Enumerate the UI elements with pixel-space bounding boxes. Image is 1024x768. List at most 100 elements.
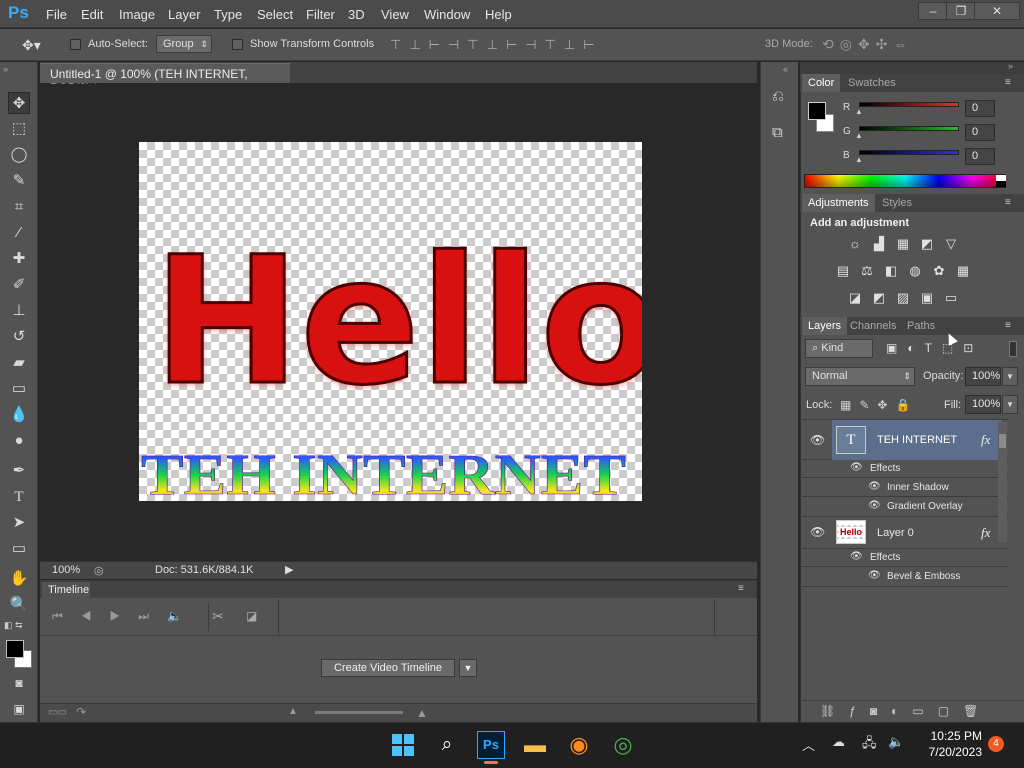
zoom-level[interactable]: 100% xyxy=(52,564,80,576)
canvas[interactable]: Hello Hello TEH INTERNET xyxy=(139,142,642,501)
color-lookup-icon[interactable]: ▦ xyxy=(956,264,970,277)
hand-tool-icon[interactable]: ✋ xyxy=(8,568,30,590)
exposure-icon[interactable]: ◩ xyxy=(920,237,934,250)
quick-select-tool-icon[interactable]: ✎ xyxy=(8,170,30,192)
layer-name[interactable]: TEH INTERNET xyxy=(877,434,957,446)
fill-field[interactable]: 100% xyxy=(965,395,1001,414)
menu-3d[interactable]: 3D xyxy=(348,7,365,22)
move-tool-icon[interactable]: ✥ xyxy=(8,92,30,114)
layer-fx-icon[interactable]: fx xyxy=(981,525,990,541)
status-info-icon[interactable]: ◎ xyxy=(94,564,104,577)
color-balance-icon[interactable]: ⚖ xyxy=(860,264,874,277)
timeline-tab[interactable]: Timeline xyxy=(42,582,90,598)
layer-filter-kind-dropdown[interactable]: ⌕ Kind xyxy=(805,339,873,358)
network-icon[interactable]: 🖧 xyxy=(862,734,877,756)
layer-visibility-eye-icon[interactable]: 👁 xyxy=(810,525,825,539)
create-video-timeline-button[interactable]: Create Video Timeline xyxy=(321,659,455,677)
align-distribute-icons[interactable]: ⊤⊥⊢⊣⊤⊥⊢⊣⊤⊥⊢ xyxy=(390,37,750,53)
layers-panel-menu-icon[interactable]: ≡ xyxy=(1005,320,1011,331)
clock-date[interactable]: 7/20/2023 xyxy=(916,745,982,759)
menu-image[interactable]: Image xyxy=(119,7,155,22)
menu-layer[interactable]: Layer xyxy=(168,7,201,22)
timeline-zoom-slider[interactable] xyxy=(315,711,403,714)
auto-select-checkbox[interactable] xyxy=(70,39,81,50)
minimize-button[interactable]: – xyxy=(918,2,948,20)
collapse-arrows-icon[interactable]: » xyxy=(3,64,8,74)
green-value-field[interactable]: 0 xyxy=(965,124,995,141)
menu-edit[interactable]: Edit xyxy=(81,7,103,22)
tray-chevron-icon[interactable]: ︿ xyxy=(802,735,815,754)
red-slider-handle-icon[interactable]: ▲ xyxy=(855,107,863,116)
tab-channels[interactable]: Channels xyxy=(850,317,896,335)
default-colors-icon[interactable]: ◧ ⇆ xyxy=(4,620,23,631)
color-foreground-swatch[interactable] xyxy=(808,102,826,120)
layer-name[interactable]: Layer 0 xyxy=(877,527,914,539)
photo-filter-icon[interactable]: ◍ xyxy=(908,264,922,277)
photoshop-taskbar-icon[interactable]: Ps xyxy=(477,731,505,759)
status-menu-arrow-icon[interactable]: ▶ xyxy=(285,563,293,576)
color-panel-menu-icon[interactable]: ≡ xyxy=(1005,77,1011,88)
hue-saturation-icon[interactable]: ▤ xyxy=(836,264,850,277)
brightness-contrast-icon[interactable]: ☼ xyxy=(848,237,862,250)
black-white-icon[interactable]: ◧ xyxy=(884,264,898,277)
vibrance-icon[interactable]: ▽ xyxy=(944,237,958,250)
effects-visibility-eye-icon[interactable]: 👁 xyxy=(850,551,863,562)
show-transform-checkbox[interactable] xyxy=(232,39,243,50)
lock-options-icons[interactable]: ▦✎✥🔒 xyxy=(840,398,918,412)
playback-controls-icons[interactable]: ⏮◀▶⏭🔈 xyxy=(52,609,200,624)
adjustments-panel-menu-icon[interactable]: ≡ xyxy=(1005,197,1011,208)
effect-row-gradient-overlay[interactable]: 👁 Gradient Overlay xyxy=(802,497,1008,517)
brush-tool-icon[interactable]: ✐ xyxy=(8,274,30,296)
blue-slider[interactable] xyxy=(859,150,959,155)
windows-start-icon[interactable] xyxy=(389,731,417,759)
selective-color-icon[interactable]: ▣ xyxy=(920,291,934,304)
chrome-icon[interactable]: ◎ xyxy=(609,731,637,759)
tab-swatches[interactable]: Swatches xyxy=(846,74,898,92)
menu-window[interactable]: Window xyxy=(424,7,470,22)
inner-shadow-eye-icon[interactable]: 👁 xyxy=(868,481,881,492)
move-tool-preset-icon[interactable]: ✥▾ xyxy=(22,37,41,54)
menu-type[interactable]: Type xyxy=(214,7,242,22)
timeline-convert-icon[interactable]: ↷ xyxy=(76,705,86,719)
lasso-tool-icon[interactable]: ◯ xyxy=(8,144,30,166)
notification-badge[interactable]: 4 xyxy=(988,736,1004,752)
menu-view[interactable]: View xyxy=(381,7,409,22)
restore-button[interactable]: ❐ xyxy=(946,2,976,20)
blend-mode-dropdown[interactable]: Normal ⇕ xyxy=(805,367,915,386)
curves-icon[interactable]: ▦ xyxy=(896,237,910,250)
crop-tool-icon[interactable]: ⌗ xyxy=(8,196,30,218)
zoom-in-timeline-icon[interactable]: ▲ xyxy=(416,706,428,720)
layer-effects-row[interactable]: 👁 Effects xyxy=(802,460,1008,478)
spectrum-black-swatch[interactable] xyxy=(996,181,1006,187)
marquee-tool-icon[interactable]: ⬚ xyxy=(8,118,30,140)
timeline-frames-icon[interactable]: ▭▭ xyxy=(48,707,67,718)
effect-row-bevel-emboss[interactable]: 👁 Bevel & Emboss xyxy=(802,567,1008,587)
blur-tool-icon[interactable]: 💧 xyxy=(8,404,30,426)
dodge-tool-icon[interactable]: ● xyxy=(8,430,30,452)
tab-color[interactable]: Color xyxy=(802,74,841,92)
timeline-dropdown-icon[interactable]: ▼ xyxy=(459,659,477,677)
panels-collapse-icon[interactable]: » xyxy=(1008,61,1013,71)
layer-row-teh-internet[interactable]: 👁 T TEH INTERNET fx xyxy=(802,420,1008,460)
pen-tool-icon[interactable]: ✒ xyxy=(8,460,30,482)
invert-icon[interactable]: ◪ xyxy=(848,291,862,304)
tab-paths[interactable]: Paths xyxy=(907,317,935,335)
document-tab[interactable]: Untitled-1 @ 100% (TEH INTERNET, RGB/8) … xyxy=(40,63,290,95)
type-tool-icon[interactable]: T xyxy=(8,486,30,508)
layer-filter-type-icons[interactable]: ▣◐T⬚⊡ xyxy=(886,341,983,355)
layer-row-layer-0[interactable]: 👁 Hello Layer 0 fx xyxy=(802,517,1008,549)
posterize-icon[interactable]: ◩ xyxy=(872,291,886,304)
red-slider[interactable] xyxy=(859,102,959,107)
strip-collapse-icon[interactable]: « xyxy=(783,64,788,74)
transition-icon[interactable]: ◪ xyxy=(246,609,257,623)
eyedropper-tool-icon[interactable]: ⁄ xyxy=(8,222,30,244)
effect-row-inner-shadow[interactable]: 👁 Inner Shadow xyxy=(802,478,1008,497)
blue-slider-handle-icon[interactable]: ▲ xyxy=(855,155,863,164)
timeline-panel-menu-icon[interactable]: ≡ xyxy=(738,583,744,594)
clone-stamp-tool-icon[interactable]: ⊥ xyxy=(8,300,30,322)
shape-tool-icon[interactable]: ▭ xyxy=(8,538,30,560)
layers-footer-icons[interactable]: ⛓ƒ◙◐▭▢🗑 xyxy=(820,704,992,718)
eraser-tool-icon[interactable]: ▰ xyxy=(8,352,30,374)
opacity-arrow-icon[interactable]: ▼ xyxy=(1002,367,1018,386)
tab-adjustments[interactable]: Adjustments xyxy=(802,194,875,212)
